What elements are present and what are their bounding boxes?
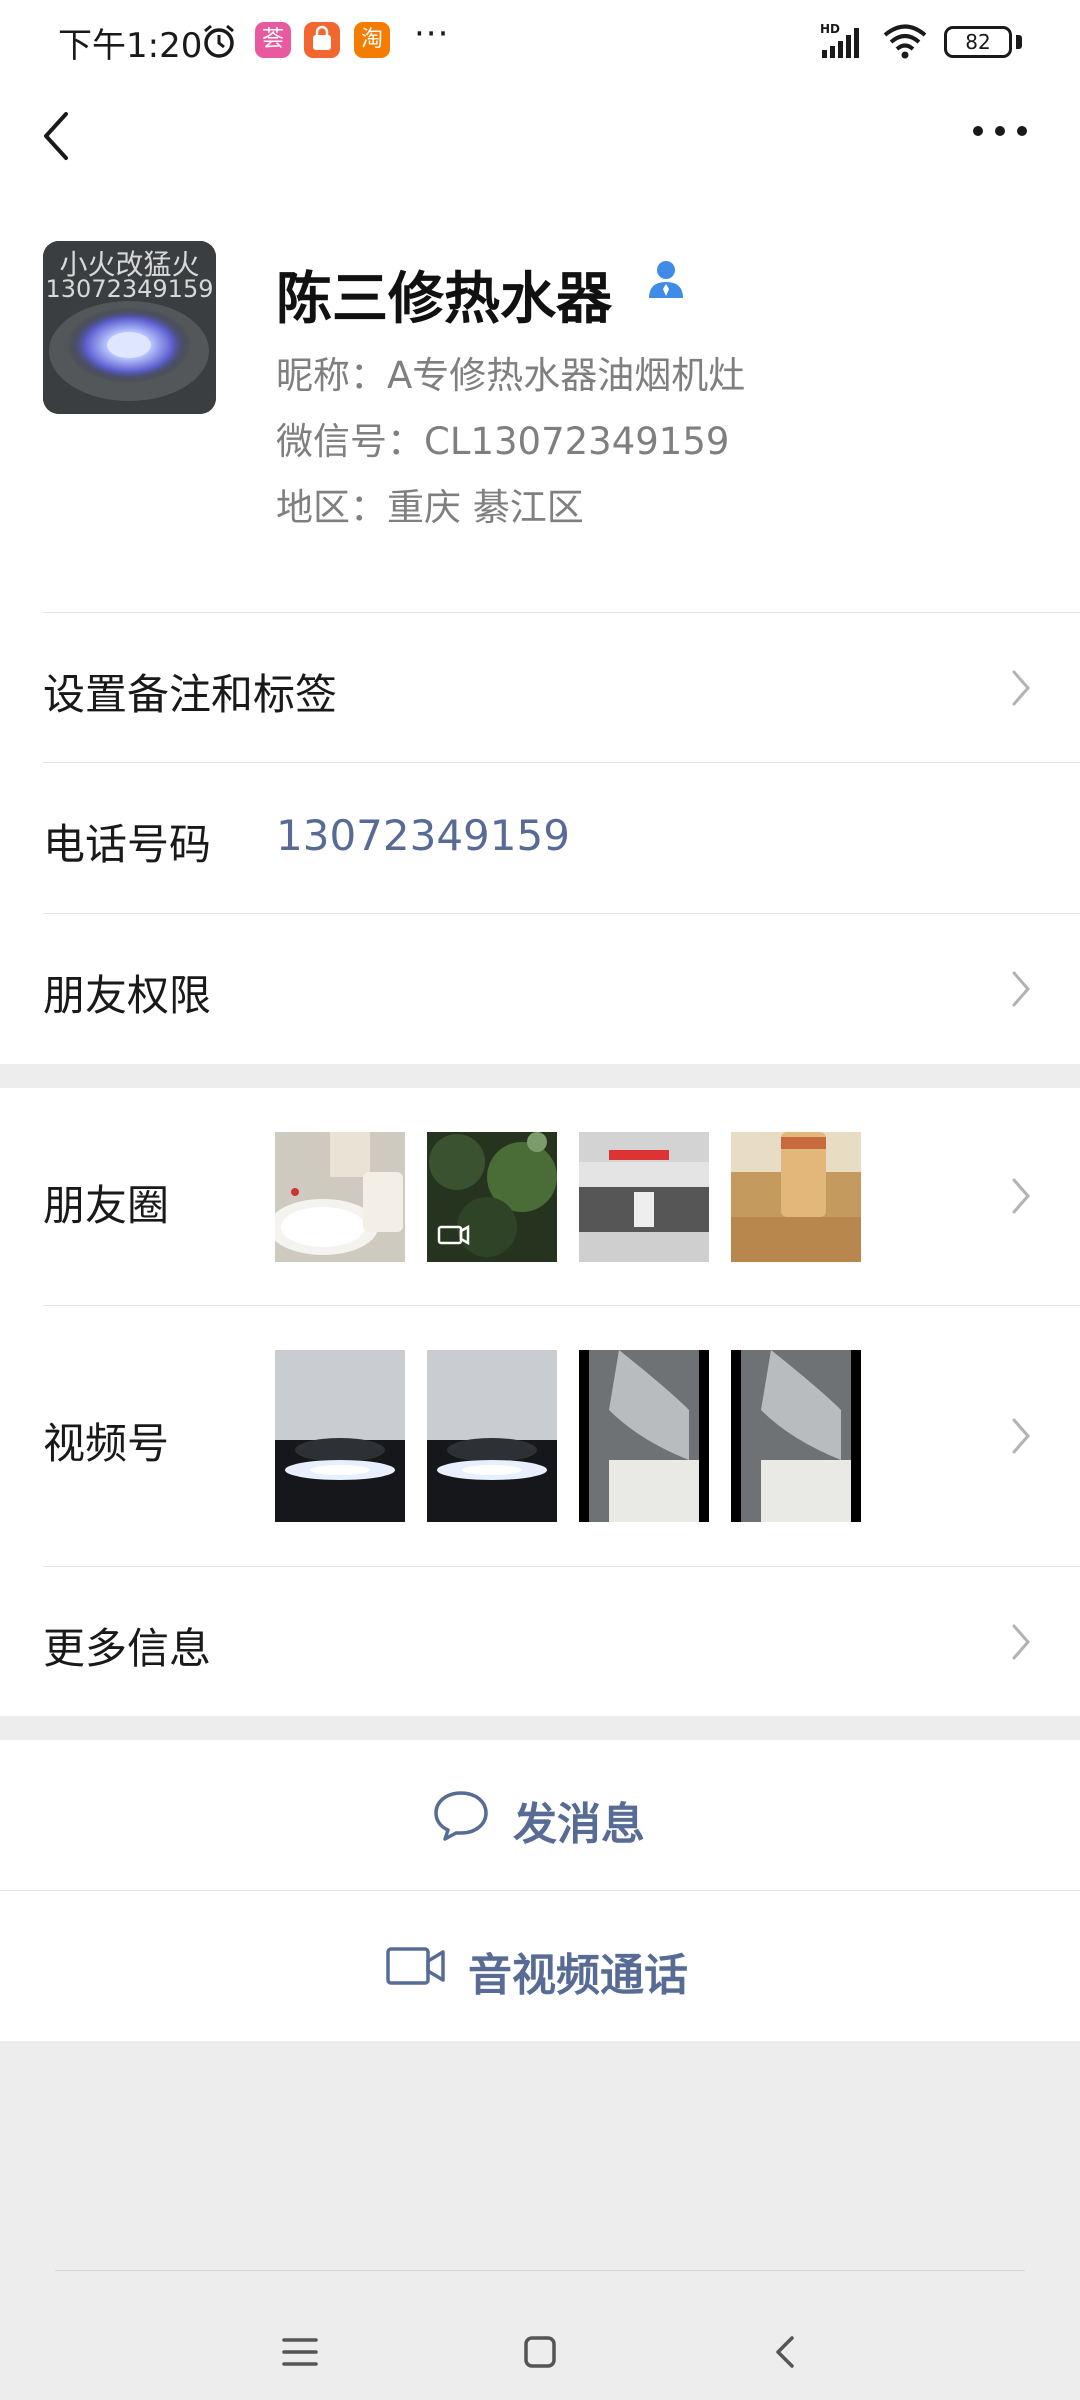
more-options-button[interactable] (970, 116, 1030, 146)
phone-label: 电话号码 (43, 820, 212, 869)
channels-video-thumb (731, 1350, 861, 1522)
back-button[interactable] (36, 106, 76, 166)
nickname-text: 昵称：A专修热水器油烟机灶 (276, 354, 746, 397)
chat-bubble-icon (432, 1788, 490, 1842)
profile-name: 陈三修热水器 (276, 267, 612, 332)
av-call-label: 音视频通话 (468, 1950, 688, 2001)
home-icon[interactable] (520, 2332, 560, 2372)
friend-permissions-row[interactable]: 朋友权限 (0, 914, 1080, 1064)
moments-photo (275, 1132, 405, 1262)
moments-photo (731, 1132, 861, 1262)
channels-label: 视频号 (43, 1419, 170, 1468)
wifi-icon (882, 22, 928, 60)
shopping-app-icon (304, 22, 340, 58)
remark-tags-label: 设置备注和标签 (43, 670, 338, 719)
avatar-phone: 13072349159 (45, 275, 214, 303)
battery-tip (1016, 35, 1022, 49)
app-badge-icon: 荟 (255, 22, 291, 58)
phone-row: 电话号码 13072349159 (0, 763, 1080, 913)
moments-photo (579, 1132, 709, 1262)
signal-icon: HD (820, 22, 872, 62)
moments-video (427, 1132, 557, 1262)
friend-permissions-label: 朋友权限 (43, 971, 212, 1020)
send-message-button[interactable]: 发消息 (0, 1740, 1080, 1890)
chevron-right-icon (1010, 1176, 1032, 1216)
more-info-row[interactable]: 更多信息 (0, 1567, 1080, 1716)
wechat-id-text: 微信号：CL13072349159 (276, 420, 730, 463)
channels-video-thumb (275, 1350, 405, 1522)
menu-icon[interactable] (280, 2334, 320, 2370)
chevron-right-icon (1010, 1622, 1032, 1662)
moments-label: 朋友圈 (43, 1181, 170, 1230)
system-nav-bar (0, 2270, 1080, 2400)
nav-divider (55, 2270, 1025, 2271)
channels-row[interactable]: 视频号 (0, 1306, 1080, 1566)
send-message-label: 发消息 (513, 1799, 645, 1850)
status-bar: 下午1:20 荟 淘 ··· HD 82 (0, 0, 1080, 84)
av-call-button[interactable]: 音视频通话 (0, 1891, 1080, 2041)
battery-icon: 82 (944, 26, 1012, 58)
channels-video-thumb (579, 1350, 709, 1522)
back-nav-icon[interactable] (770, 2332, 800, 2372)
more-info-label: 更多信息 (43, 1624, 212, 1673)
contact-person-icon (646, 258, 686, 302)
video-camera-icon (385, 1943, 447, 1989)
network-label: HD (820, 22, 840, 36)
chevron-right-icon (1010, 1416, 1032, 1456)
alarm-icon (200, 22, 238, 60)
chevron-right-icon (1010, 969, 1032, 1009)
moments-row[interactable]: 朋友圈 (0, 1088, 1080, 1305)
chevron-right-icon (1010, 668, 1032, 708)
taobao-icon: 淘 (354, 22, 390, 58)
phone-number-link[interactable]: 13072349159 (276, 811, 570, 860)
avatar[interactable]: 小火改猛火 13072349159 (43, 241, 216, 414)
remark-tags-row[interactable]: 设置备注和标签 (0, 613, 1080, 762)
channels-video-thumb (427, 1350, 557, 1522)
status-time: 下午1:20 (58, 26, 203, 66)
region-text: 地区：重庆 綦江区 (276, 486, 584, 529)
status-more-icon: ··· (414, 14, 450, 54)
